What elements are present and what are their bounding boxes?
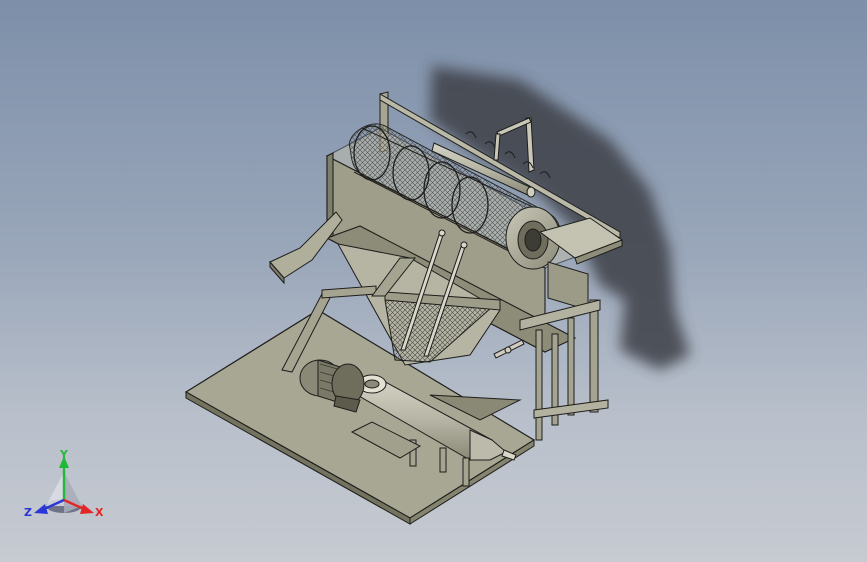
feed-hopper[interactable] [269,211,343,285]
y-axis-label: Y [59,448,69,461]
3d-graphics-viewport[interactable]: Y X Z [0,0,867,562]
axis-triad[interactable]: Y X Z [22,448,106,524]
z-axis-label: Z [24,506,32,519]
cad-model-scene[interactable] [0,0,867,562]
x-axis-label: X [95,506,104,519]
adjust-rod[interactable] [493,339,525,359]
